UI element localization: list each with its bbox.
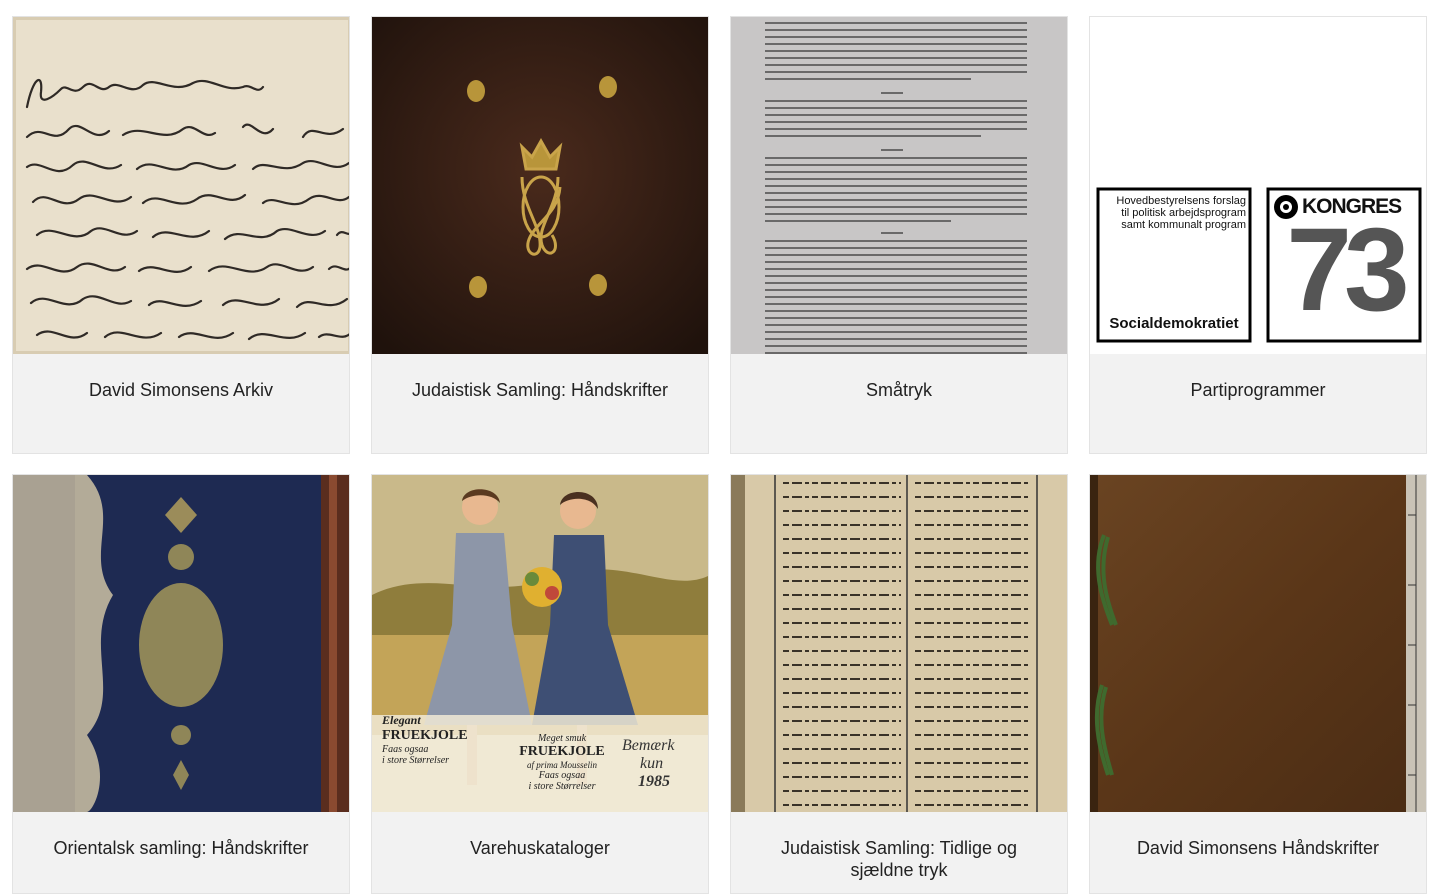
collection-title[interactable]: David Simonsens Arkiv [13,379,349,401]
collection-title[interactable]: Orientalsk samling: Håndskrifter [13,837,349,859]
collection-card-smaatryk[interactable]: Småtryk [730,16,1068,454]
collection-card-judaistisk-haandskrifter[interactable]: Judaistisk Samling: Håndskrifter [371,16,709,454]
ad-line: FRUEKJOLE [382,728,468,743]
handwritten-letter-thumbnail [13,17,349,354]
ad-line: Faas ogsaa [382,744,429,755]
price-text: Bemærk kun 1985 [622,737,702,791]
cover-brand: Socialdemokratiet [1109,315,1239,332]
ad-line: FRUEKJOLE [519,744,605,759]
leather-binding-thumbnail [1090,475,1426,812]
collection-title[interactable]: Partiprogrammer [1090,379,1426,401]
catalogue-cover-thumbnail: Elegant FRUEKJOLE Faas ogsaa i store Stø… [372,475,708,812]
cover-number: 73 [1286,204,1409,336]
collection-title[interactable]: David Simonsens Håndskrifter [1090,837,1426,859]
collection-card-david-simonsens-arkiv[interactable]: David Simonsens Arkiv [12,16,350,454]
hebrew-print-thumbnail [731,475,1067,812]
book-cover-thumbnail [372,17,708,354]
collection-title[interactable]: Varehuskataloger [372,837,708,859]
collection-title[interactable]: Judaistisk Samling: Tidlige og sjældne t… [731,837,1067,881]
ad-line: Elegant [382,713,421,727]
collection-title[interactable]: Småtryk [731,379,1067,401]
ad-line: 1985 [638,773,670,790]
cover-text: Hovedbestyrelsens forslag til politisk a… [1116,195,1246,231]
collection-card-varehuskataloger[interactable]: Elegant FRUEKJOLE Faas ogsaa i store Stø… [371,474,709,894]
ad-line: i store Størrelser [382,755,450,766]
ad-line: af prima Mousselin [526,760,597,770]
ad-line: Meget smuk [537,733,587,744]
ad-text-left: Elegant FRUEKJOLE Faas ogsaa i store Stø… [382,713,472,766]
ad-text-middle: Meget smuk FRUEKJOLE af prima Mousselin … [512,733,612,792]
ad-line: i store Størrelser [528,781,596,792]
collection-card-david-simonsens-haandskrifter[interactable]: David Simonsens Håndskrifter [1089,474,1427,894]
collection-card-partiprogrammer[interactable]: Hovedbestyrelsens forslag til politisk a… [1089,16,1427,454]
ad-line: Bemærk [622,737,675,754]
collection-card-judaistisk-tidlige-tryk[interactable]: Judaistisk Samling: Tidlige og sjældne t… [730,474,1068,894]
ad-line: kun [640,755,664,772]
manuscript-cover-thumbnail [13,475,349,812]
collection-card-orientalsk-haandskrifter[interactable]: Orientalsk samling: Håndskrifter [12,474,350,894]
ad-line: Faas ogsaa [538,770,586,781]
collection-title[interactable]: Judaistisk Samling: Håndskrifter [372,379,708,401]
printed-document-thumbnail [731,17,1067,354]
party-program-thumbnail: Hovedbestyrelsens forslag til politisk a… [1090,17,1426,354]
